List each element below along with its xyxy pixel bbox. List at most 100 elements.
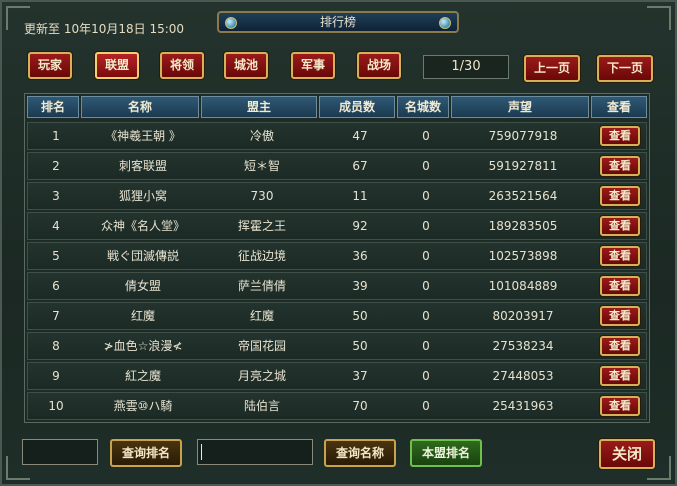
cell-members: 47 [352, 129, 368, 143]
cell-prestige: 263521564 [488, 189, 558, 203]
view-button[interactable]: 查看 [600, 366, 640, 386]
table-row: 4 众神《名人堂》 挥霍之王 92 0 189283505 查看 [27, 212, 647, 240]
cell-prestige: 80203917 [492, 309, 554, 323]
cell-prestige: 25431963 [492, 399, 554, 413]
cell-prestige: 759077918 [488, 129, 558, 143]
name-input[interactable] [197, 439, 313, 465]
own-alliance-rank-button[interactable]: 本盟排名 [410, 439, 482, 467]
cell-members: 50 [352, 309, 368, 323]
cell-cities: 0 [422, 339, 430, 353]
view-button[interactable]: 查看 [600, 156, 640, 176]
ranking-panel: 更新至 10年10月18日 15:00 排行榜 玩家 联盟 将领 城池 军事 战… [0, 0, 677, 486]
panel-title: 排行榜 [319, 15, 356, 29]
cell-leader: 帝国花园 [237, 339, 286, 353]
cell-members: 50 [352, 339, 368, 353]
cell-cities: 0 [422, 129, 430, 143]
ranking-table: 排名 名称 盟主 成员数 名城数 声望 查看 1 《神羲王朝 》冷傲 47 0 7590… [24, 93, 650, 423]
view-button[interactable]: 查看 [600, 216, 640, 236]
table-row: 6 倩女盟 萨兰倩倩 39 0 101084889 查看 [27, 272, 647, 300]
cell-rank: 3 [52, 189, 60, 203]
view-button[interactable]: 查看 [600, 276, 640, 296]
next-page-button[interactable]: 下一页 [597, 55, 653, 82]
col-header-view: 查看 [591, 96, 647, 118]
cell-members: 11 [352, 189, 368, 203]
cell-name: 红魔 [130, 309, 155, 323]
col-header-name: 名称 [81, 96, 199, 118]
table-row: 2 刺客联盟 短＊智 67 0 591927811 查看 [27, 152, 647, 180]
cell-name: 戦ぐ団滅傳説 [106, 249, 179, 263]
cell-leader: 萨兰倩倩 [237, 279, 286, 293]
cell-rank: 9 [52, 369, 60, 383]
text-caret [201, 444, 202, 460]
cell-name: 倩女盟 [124, 279, 161, 293]
cell-name: 狐狸小窝 [118, 189, 167, 203]
title-bar: 排行榜 [217, 11, 459, 33]
view-button[interactable]: 查看 [600, 126, 640, 146]
cell-cities: 0 [422, 189, 430, 203]
table-row: 3 狐狸小窝 730 11 0 263521564 查看 [27, 182, 647, 210]
tab-battlefield[interactable]: 战场 [357, 52, 401, 79]
cell-leader: 月亮之城 [237, 369, 286, 383]
cell-rank: 2 [52, 159, 60, 173]
update-time: 更新至 10年10月18日 15:00 [24, 22, 185, 36]
query-rank-button[interactable]: 查询排名 [110, 439, 182, 467]
cell-leader: 挥霍之王 [237, 219, 286, 233]
gem-icon [439, 17, 451, 29]
cell-cities: 0 [422, 159, 430, 173]
col-header-cities: 名城数 [397, 96, 449, 118]
cell-prestige: 27448053 [492, 369, 554, 383]
view-button[interactable]: 查看 [600, 246, 640, 266]
cell-prestige: 591927811 [488, 159, 558, 173]
cell-rank: 7 [52, 309, 60, 323]
cell-members: 37 [352, 369, 368, 383]
cell-cities: 0 [422, 309, 430, 323]
cell-members: 39 [352, 279, 368, 293]
cell-leader: 短＊智 [243, 159, 280, 173]
tab-players[interactable]: 玩家 [28, 52, 72, 79]
table-row: 10 燕雲⑩ハ騎 陆伯言 70 0 25431963 查看 [27, 392, 647, 420]
cell-rank: 6 [52, 279, 60, 293]
cell-rank: 8 [52, 339, 60, 353]
col-header-leader: 盟主 [201, 96, 317, 118]
cell-name: ≯血色☆浪漫≮ [103, 339, 183, 353]
table-row: 9 紅之魔 月亮之城 37 0 27448053 查看 [27, 362, 647, 390]
query-name-button[interactable]: 查询名称 [324, 439, 396, 467]
cell-rank: 10 [48, 399, 64, 413]
close-button[interactable]: 关闭 [599, 439, 655, 469]
cell-leader: 730 [250, 189, 274, 203]
cell-name: 《神羲王朝 》 [105, 129, 181, 143]
cell-members: 92 [352, 219, 368, 233]
cell-cities: 0 [422, 249, 430, 263]
cell-cities: 0 [422, 369, 430, 383]
view-button[interactable]: 查看 [600, 396, 640, 416]
table-row: 8 ≯血色☆浪漫≮ 帝国花园 50 0 27538234 查看 [27, 332, 647, 360]
cell-cities: 0 [422, 279, 430, 293]
cell-name: 众神《名人堂》 [100, 219, 185, 233]
col-header-rank: 排名 [27, 96, 79, 118]
cell-name: 紅之魔 [124, 369, 161, 383]
cell-leader: 冷傲 [249, 129, 274, 143]
prev-page-button[interactable]: 上一页 [524, 55, 580, 82]
tab-generals[interactable]: 将领 [160, 52, 204, 79]
tab-military[interactable]: 军事 [291, 52, 335, 79]
frame-corner [647, 6, 671, 30]
table-row: 5 戦ぐ団滅傳説 征战边境 36 0 102573898 查看 [27, 242, 647, 270]
cell-prestige: 27538234 [492, 339, 554, 353]
view-button[interactable]: 查看 [600, 306, 640, 326]
cell-prestige: 102573898 [488, 249, 558, 263]
tab-cities[interactable]: 城池 [224, 52, 268, 79]
cell-prestige: 101084889 [488, 279, 558, 293]
cell-name: 刺客联盟 [118, 159, 167, 173]
cell-members: 67 [352, 159, 368, 173]
tab-alliances[interactable]: 联盟 [95, 52, 139, 79]
page-indicator: 1/30 [423, 55, 509, 79]
cell-cities: 0 [422, 399, 430, 413]
cell-name: 燕雲⑩ハ騎 [113, 399, 173, 413]
view-button[interactable]: 查看 [600, 186, 640, 206]
view-button[interactable]: 查看 [600, 336, 640, 356]
cell-rank: 1 [52, 129, 60, 143]
table-row: 1 《神羲王朝 》 冷傲 47 0 759077918 查看 [27, 122, 647, 150]
cell-members: 70 [352, 399, 368, 413]
rank-input[interactable] [22, 439, 98, 465]
col-header-prestige: 声望 [451, 96, 589, 118]
